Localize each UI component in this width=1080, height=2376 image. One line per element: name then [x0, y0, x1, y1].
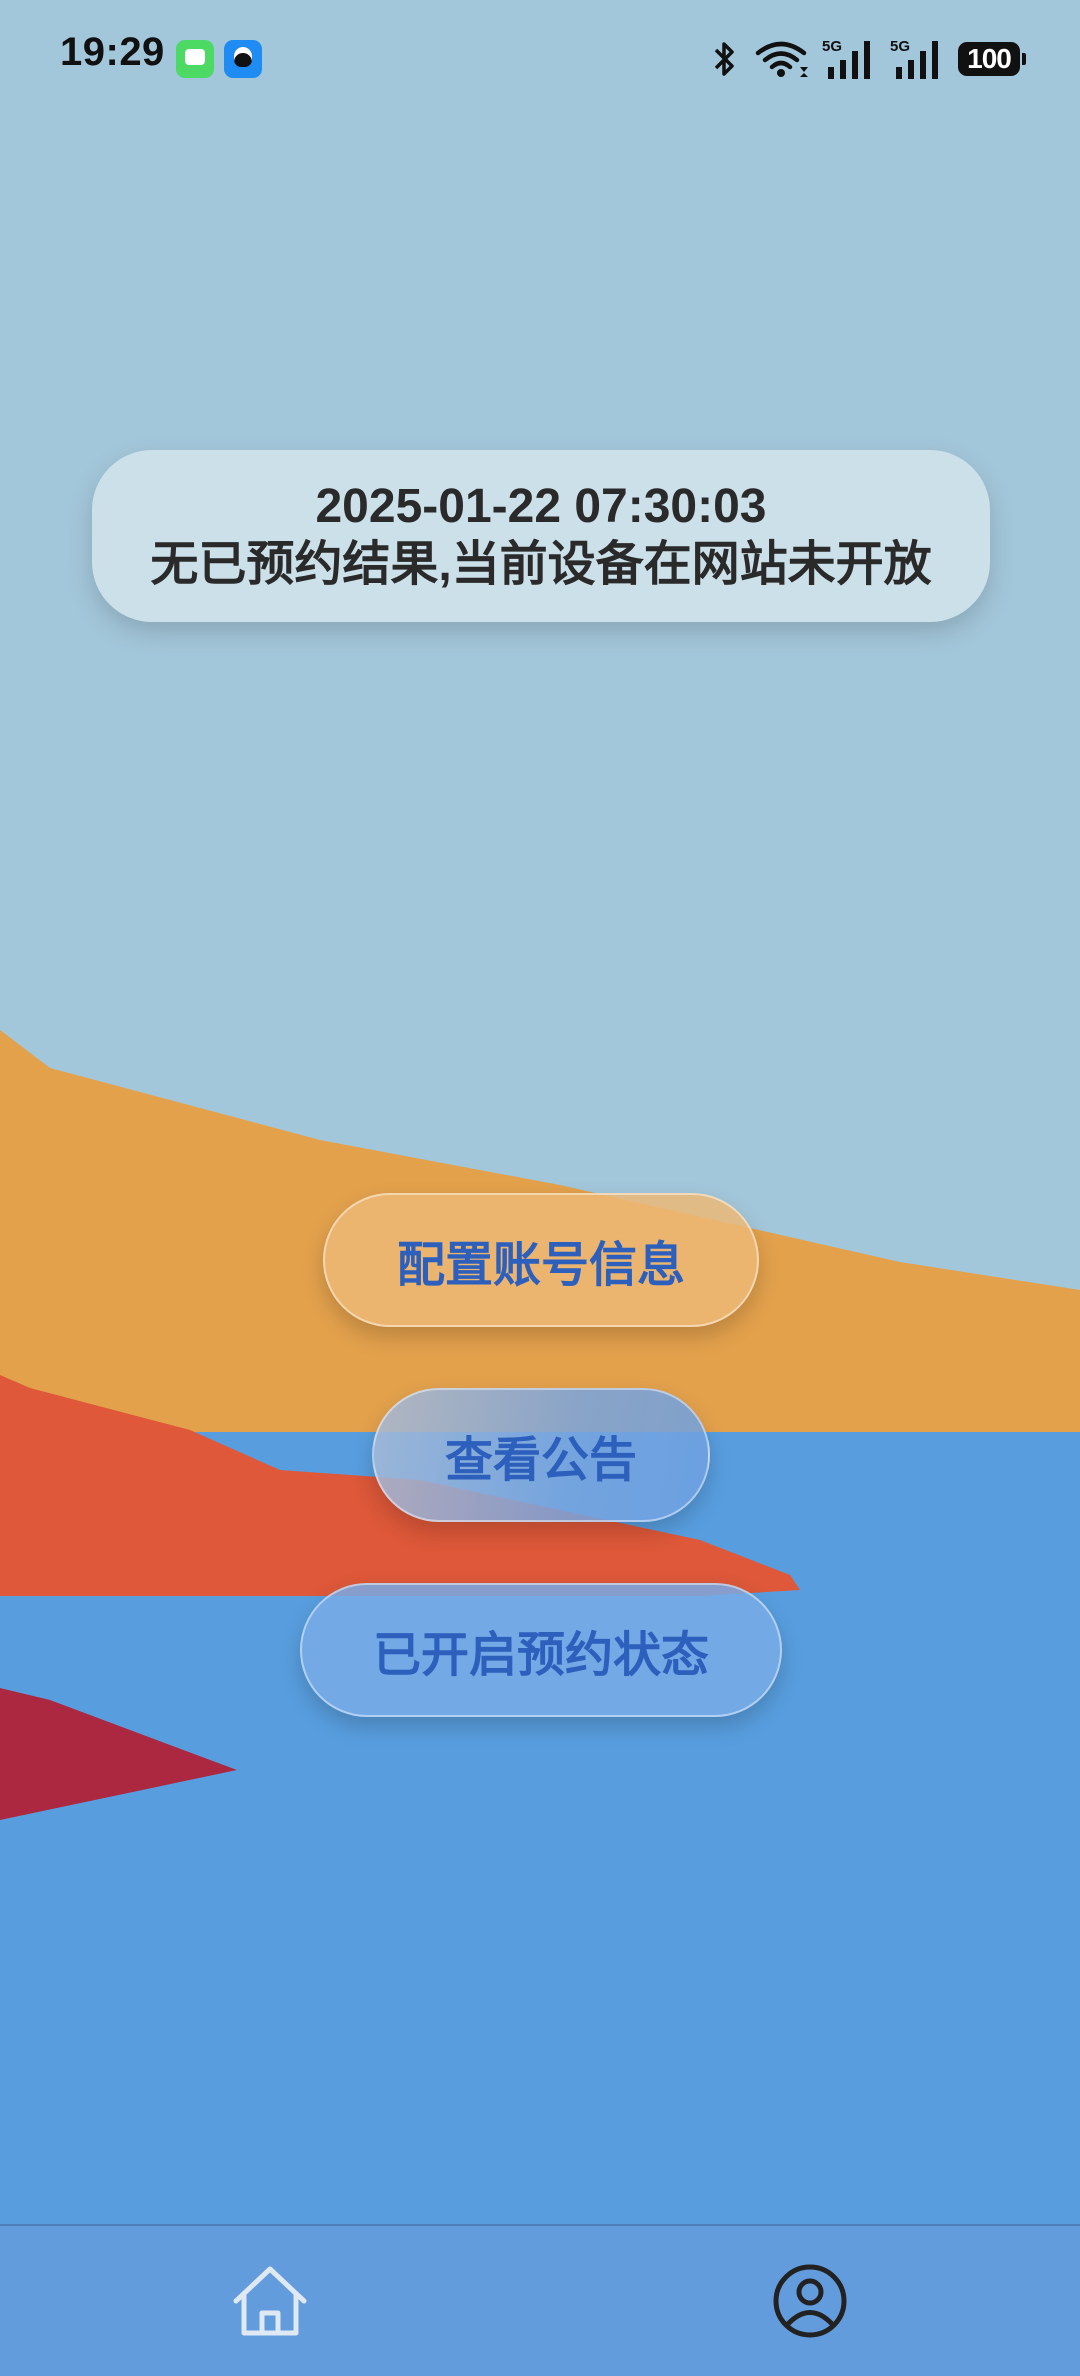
- nav-profile-tab[interactable]: [765, 2256, 855, 2346]
- app-screen: 19:29 5G 5G 100 2025-01-22 07:30:03 无已预约…: [0, 0, 1080, 2376]
- qq-icon: [224, 40, 262, 78]
- nav-home-tab[interactable]: [225, 2256, 315, 2346]
- info-datetime: 2025-01-22 07:30:03: [315, 480, 767, 533]
- battery-indicator: 100: [958, 42, 1026, 76]
- wifi-icon: [755, 41, 808, 77]
- signal-5g-icon: 5G: [890, 38, 938, 79]
- bluetooth-icon: [714, 42, 734, 76]
- system-status-icons: 5G 5G 100: [710, 34, 1026, 84]
- config-account-button[interactable]: 配置账号信息: [323, 1193, 759, 1327]
- profile-icon: [773, 2264, 847, 2338]
- messages-icon: [176, 40, 214, 78]
- view-notice-button[interactable]: 查看公告: [372, 1388, 710, 1522]
- info-status: 无已预约结果,当前设备在网站未开放: [150, 538, 932, 591]
- bottom-nav: [0, 2224, 1080, 2376]
- status-bar: 19:29 5G 5G 100: [0, 0, 1080, 120]
- signal-label: 5G: [890, 38, 910, 55]
- reservation-status-button[interactable]: 已开启预约状态: [300, 1583, 782, 1717]
- status-time: 19:29: [60, 30, 165, 74]
- signal-5g-icon: 5G: [822, 38, 870, 79]
- reservation-info-card: 2025-01-22 07:30:03 无已预约结果,当前设备在网站未开放: [92, 450, 990, 622]
- signal-label: 5G: [822, 38, 842, 55]
- home-icon: [233, 2266, 307, 2336]
- background-wallpaper: [0, 0, 1080, 2376]
